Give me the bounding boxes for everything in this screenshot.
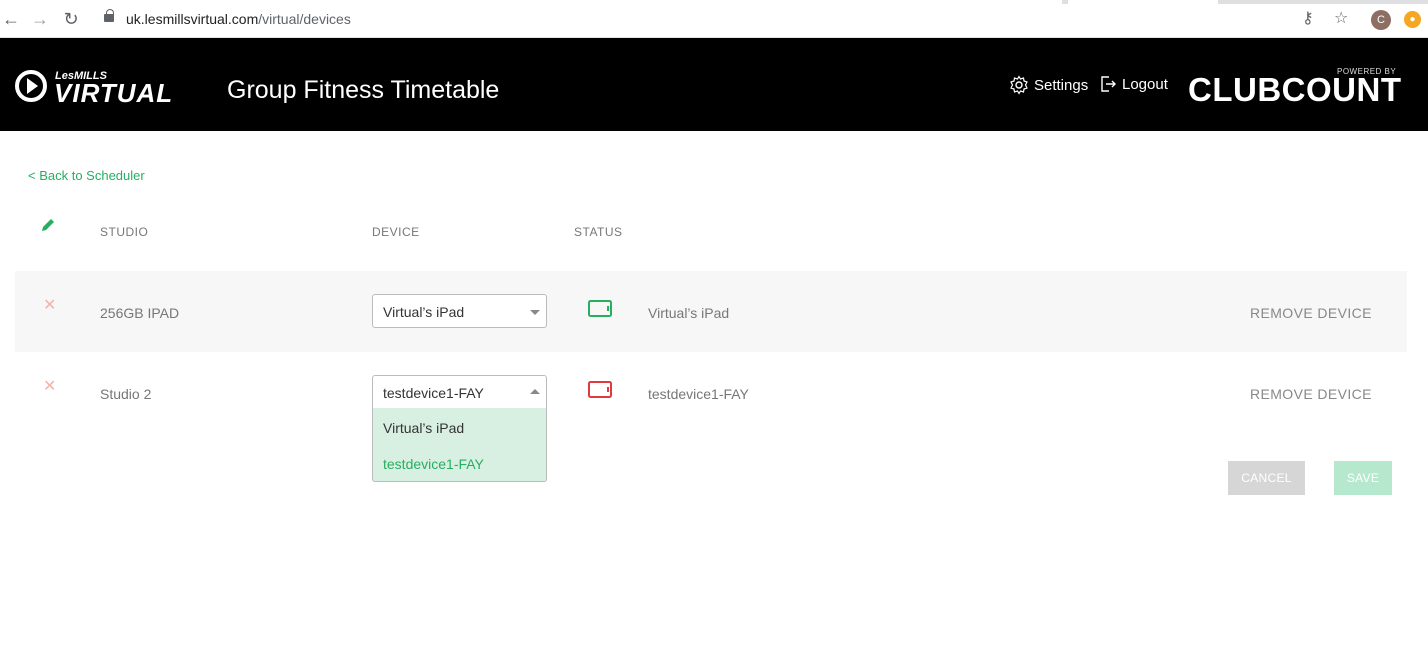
key-icon[interactable]: ⚷ — [1302, 9, 1314, 29]
device-select-value: testdevice1-FAY — [383, 385, 484, 401]
extension-icon[interactable]: ● — [1404, 11, 1421, 28]
dropdown-option[interactable]: Virtual’s iPad — [383, 420, 464, 436]
star-icon[interactable]: ☆ — [1334, 9, 1348, 29]
settings-link[interactable]: Settings — [1009, 75, 1088, 95]
column-header-status: STATUS — [574, 225, 623, 239]
device-select-value: Virtual’s iPad — [383, 304, 465, 320]
reload-icon[interactable]: ↻ — [60, 8, 82, 30]
url-text: uk.lesmillsvirtual.com/virtual/devices — [126, 11, 351, 27]
chevron-down-icon — [530, 310, 540, 315]
device-dropdown-menu: Virtual’s iPad testdevice1-FAY — [372, 408, 547, 482]
cancel-button[interactable]: CANCEL — [1228, 461, 1305, 495]
url-path: /virtual/devices — [258, 11, 351, 27]
gear-icon — [1010, 75, 1028, 95]
close-icon[interactable]: ✕ — [43, 298, 56, 314]
back-to-scheduler-link[interactable]: < Back to Scheduler — [28, 168, 145, 183]
profile-avatar[interactable]: C — [1371, 10, 1391, 30]
column-header-studio: STUDIO — [100, 225, 149, 239]
remove-device-button[interactable]: REMOVE DEVICE — [1250, 386, 1372, 402]
tablet-disconnected-icon — [588, 381, 612, 398]
settings-label: Settings — [1034, 76, 1089, 94]
app-header: LesMILLS VIRTUAL Group Fitness Timetable… — [0, 38, 1428, 131]
tablet-connected-icon — [588, 300, 612, 317]
forward-arrow-icon[interactable]: → — [29, 8, 51, 30]
close-icon[interactable]: ✕ — [43, 379, 56, 395]
chevron-up-icon — [530, 389, 540, 394]
status-device-name: testdevice1-FAY — [648, 386, 749, 402]
logout-label: Logout — [1122, 75, 1168, 93]
lock-icon — [104, 9, 114, 22]
device-select[interactable]: testdevice1-FAY — [372, 375, 547, 409]
browser-toolbar: ← → ↻ uk.lesmillsvirtual.com/virtual/dev… — [0, 0, 1428, 38]
tab-strip — [0, 0, 1428, 4]
status-device-name: Virtual’s iPad — [648, 305, 730, 321]
logo-big-text: VIRTUAL — [54, 78, 173, 106]
address-bar[interactable]: uk.lesmillsvirtual.com/virtual/devices — [96, 5, 1396, 33]
lesmills-virtual-logo[interactable]: LesMILLS VIRTUAL — [14, 66, 209, 106]
device-select[interactable]: Virtual’s iPad — [372, 294, 547, 328]
app-title: Group Fitness Timetable — [227, 76, 500, 104]
dropdown-option-selected[interactable]: testdevice1-FAY — [383, 456, 484, 472]
column-header-device: DEVICE — [372, 225, 420, 239]
back-arrow-icon[interactable]: ← — [0, 8, 22, 30]
studio-name: Studio 2 — [100, 386, 152, 402]
remove-device-button[interactable]: REMOVE DEVICE — [1250, 305, 1372, 321]
logout-link[interactable]: Logout — [1099, 75, 1168, 93]
studio-name: 256GB IPAD — [100, 305, 180, 321]
pencil-icon[interactable] — [40, 217, 56, 233]
clubcount-logo[interactable]: CLUBCOUNT — [1188, 71, 1401, 109]
table-row: ✕ Studio 2 testdevice1-FAY testdevice1-F… — [15, 352, 1407, 433]
url-host: uk.lesmillsvirtual.com — [126, 11, 259, 27]
table-row: ✕ 256GB IPAD Virtual’s iPad Virtual’s iP… — [15, 271, 1407, 352]
logout-icon — [1101, 76, 1116, 92]
save-button[interactable]: SAVE — [1334, 461, 1392, 495]
